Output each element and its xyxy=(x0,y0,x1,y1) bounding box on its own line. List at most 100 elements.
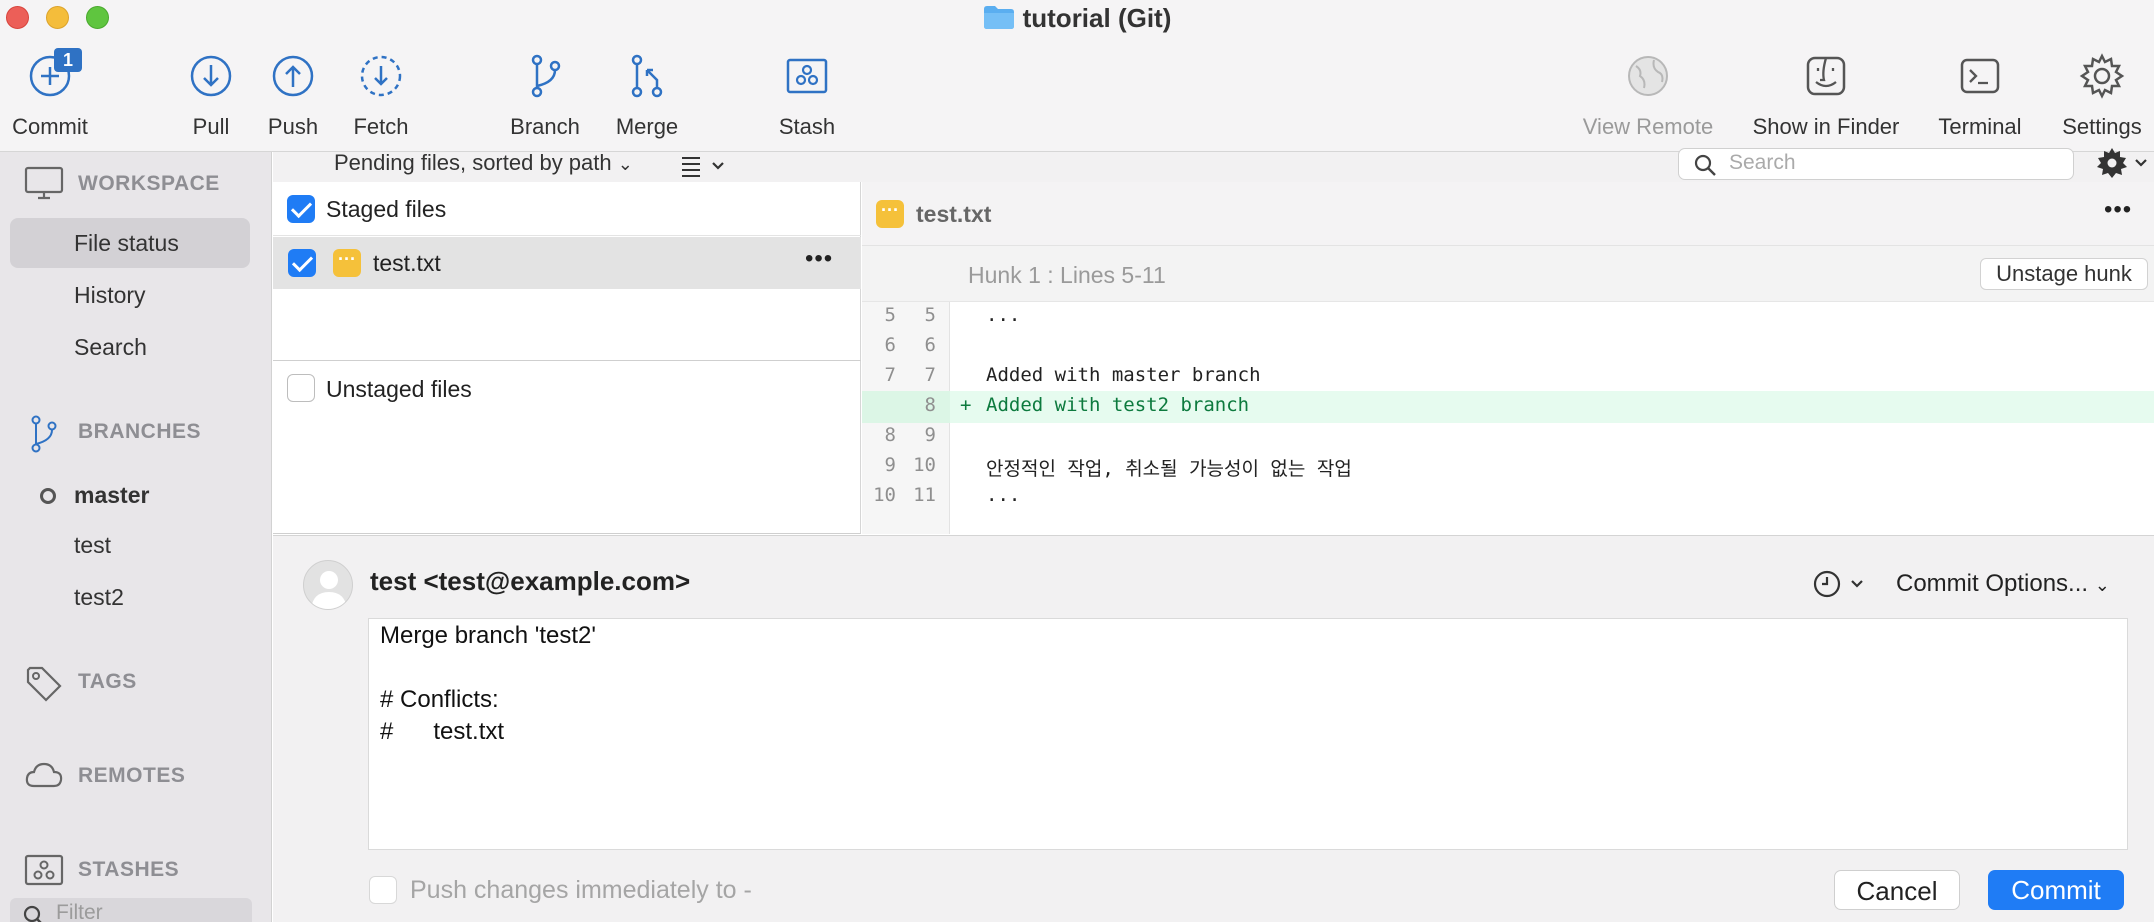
hunk-header: Hunk 1 : Lines 5-11 xyxy=(862,246,2154,302)
commit-message-input[interactable] xyxy=(368,618,2128,850)
settings-dropdown[interactable] xyxy=(2096,146,2152,187)
view-remote-label: View Remote xyxy=(1582,114,1714,139)
unstage-hunk-button[interactable]: Unstage hunk xyxy=(1980,258,2148,290)
monitor-icon xyxy=(24,166,64,200)
user-avatar-icon xyxy=(311,571,347,609)
tags-title: TAGS xyxy=(78,670,137,693)
commit-toolbar-label: Commit xyxy=(12,114,88,139)
push-immediately-label: Push changes immediately to - xyxy=(410,876,752,904)
clock-icon xyxy=(1813,570,1863,598)
terminal-icon xyxy=(1956,52,2004,100)
stashes-section-header[interactable]: STASHES xyxy=(0,848,272,892)
staged-files-checkbox[interactable] xyxy=(287,195,315,223)
gear-icon xyxy=(2097,148,2147,178)
hunk-title: Hunk 1 : Lines 5-11 xyxy=(968,262,1166,288)
new-line-number: 7 xyxy=(924,364,936,386)
settings-button[interactable]: Settings xyxy=(2054,52,2150,140)
search-input[interactable]: Search xyxy=(1678,148,2074,180)
pull-button[interactable]: Pull xyxy=(170,52,252,140)
chevron-down-icon: ⌄ xyxy=(2094,575,2110,595)
staged-files-title: Staged files xyxy=(326,196,447,222)
terminal-button[interactable]: Terminal xyxy=(1932,52,2028,140)
cancel-button[interactable]: Cancel xyxy=(1834,870,1960,910)
new-line-number: 11 xyxy=(913,484,936,506)
app-window: tutorial (Git) 1 Commit Pull Push Fetch … xyxy=(0,0,2154,922)
sidebar-branch-test[interactable]: test xyxy=(74,532,111,559)
search-placeholder: Search xyxy=(1729,151,1796,174)
show-in-finder-label: Show in Finder xyxy=(1752,114,1900,139)
settings-label: Settings xyxy=(2062,114,2142,139)
commit-toolbar-button[interactable]: 1 Commit xyxy=(2,48,98,140)
search-icon xyxy=(1694,154,1716,176)
view-mode-dropdown[interactable] xyxy=(680,154,728,183)
diff-more-button[interactable]: ••• xyxy=(2104,196,2132,224)
sidebar-branch-test2[interactable]: test2 xyxy=(74,584,124,611)
remotes-title: REMOTES xyxy=(78,764,186,787)
commit-plus-icon: 1 xyxy=(26,48,82,100)
fetch-icon xyxy=(357,52,405,100)
stash-button[interactable]: Stash xyxy=(762,52,852,140)
sort-label: Pending files, sorted by path xyxy=(334,150,612,175)
file-name: test.txt xyxy=(373,250,441,276)
fetch-button[interactable]: Fetch xyxy=(336,52,426,140)
unstaged-files-title: Unstaged files xyxy=(326,376,472,402)
sidebar-item-file-status[interactable]: File status xyxy=(10,218,250,268)
search-icon xyxy=(23,905,42,922)
sidebar: WORKSPACE File status History Search BRA… xyxy=(0,152,272,922)
diff-line-text: Added with test2 branch xyxy=(986,394,1250,416)
commit-button[interactable]: Commit xyxy=(1988,870,2124,910)
push-button[interactable]: Push xyxy=(252,52,334,140)
pull-label: Pull xyxy=(192,114,230,139)
sidebar-branch-master[interactable]: master xyxy=(74,482,149,509)
stash-section-icon xyxy=(24,854,64,886)
sort-dropdown[interactable]: Pending files, sorted by path ⌄ xyxy=(334,150,633,176)
list-view-icon xyxy=(682,157,724,177)
modified-file-icon: ··· xyxy=(333,249,361,277)
file-stage-checkbox[interactable] xyxy=(288,249,316,277)
old-line-number: 6 xyxy=(884,334,896,356)
new-line-number: 6 xyxy=(924,334,936,356)
commit-history-dropdown[interactable] xyxy=(1812,568,1868,605)
chevron-down-icon: ⌄ xyxy=(617,154,633,174)
old-line-number: 7 xyxy=(884,364,896,386)
stashes-title: STASHES xyxy=(78,858,180,881)
commit-message-line: Merge branch 'test2' xyxy=(380,622,596,649)
file-row-more-button[interactable]: ••• xyxy=(805,245,833,273)
push-icon xyxy=(269,52,317,100)
commit-message-line: # test.txt xyxy=(380,718,505,745)
tags-section-header[interactable]: TAGS xyxy=(0,660,272,704)
terminal-label: Terminal xyxy=(1938,114,2022,139)
branch-button[interactable]: Branch xyxy=(500,52,590,140)
merge-label: Merge xyxy=(615,114,679,139)
merge-icon xyxy=(623,52,671,100)
old-line-number: 10 xyxy=(873,484,896,506)
fetch-label: Fetch xyxy=(353,114,409,139)
branch-section-icon xyxy=(31,415,57,453)
commit-message-line: # Conflicts: xyxy=(380,686,499,713)
remotes-section-header[interactable]: REMOTES xyxy=(0,754,272,798)
workspace-title: WORKSPACE xyxy=(78,172,220,195)
unstaged-files-header: Unstaged files xyxy=(273,361,861,415)
branches-section-header: BRANCHES xyxy=(0,410,272,454)
new-line-number: 9 xyxy=(924,424,936,446)
merge-button[interactable]: Merge xyxy=(602,52,692,140)
commit-author: test <test@example.com> xyxy=(370,566,691,596)
show-in-finder-button[interactable]: Show in Finder xyxy=(1742,52,1910,140)
file-row-test-txt[interactable]: ··· test.txt ••• xyxy=(273,237,861,289)
gear-icon xyxy=(2078,52,2126,100)
globe-icon xyxy=(1624,52,1672,100)
diff-line-text: ... xyxy=(986,484,1021,506)
staged-files-header: Staged files xyxy=(273,182,861,236)
diff-line-text: 안정적인 작업, 취소될 가능성이 없는 작업 xyxy=(986,458,1352,480)
view-remote-button[interactable]: View Remote xyxy=(1570,52,1726,140)
sidebar-item-search[interactable]: Search xyxy=(10,322,250,372)
sidebar-item-history[interactable]: History xyxy=(10,270,250,320)
folder-icon xyxy=(983,4,1015,29)
sidebar-filter-input[interactable]: Filter xyxy=(10,898,252,922)
unstaged-files-checkbox[interactable] xyxy=(287,374,315,402)
commit-count-badge: 1 xyxy=(54,48,82,72)
commit-options-dropdown[interactable]: Commit Options... ⌄ xyxy=(1896,570,2110,598)
push-immediately-checkbox[interactable] xyxy=(369,876,397,904)
branch-label: Branch xyxy=(510,114,580,139)
finder-icon xyxy=(1802,52,1850,100)
